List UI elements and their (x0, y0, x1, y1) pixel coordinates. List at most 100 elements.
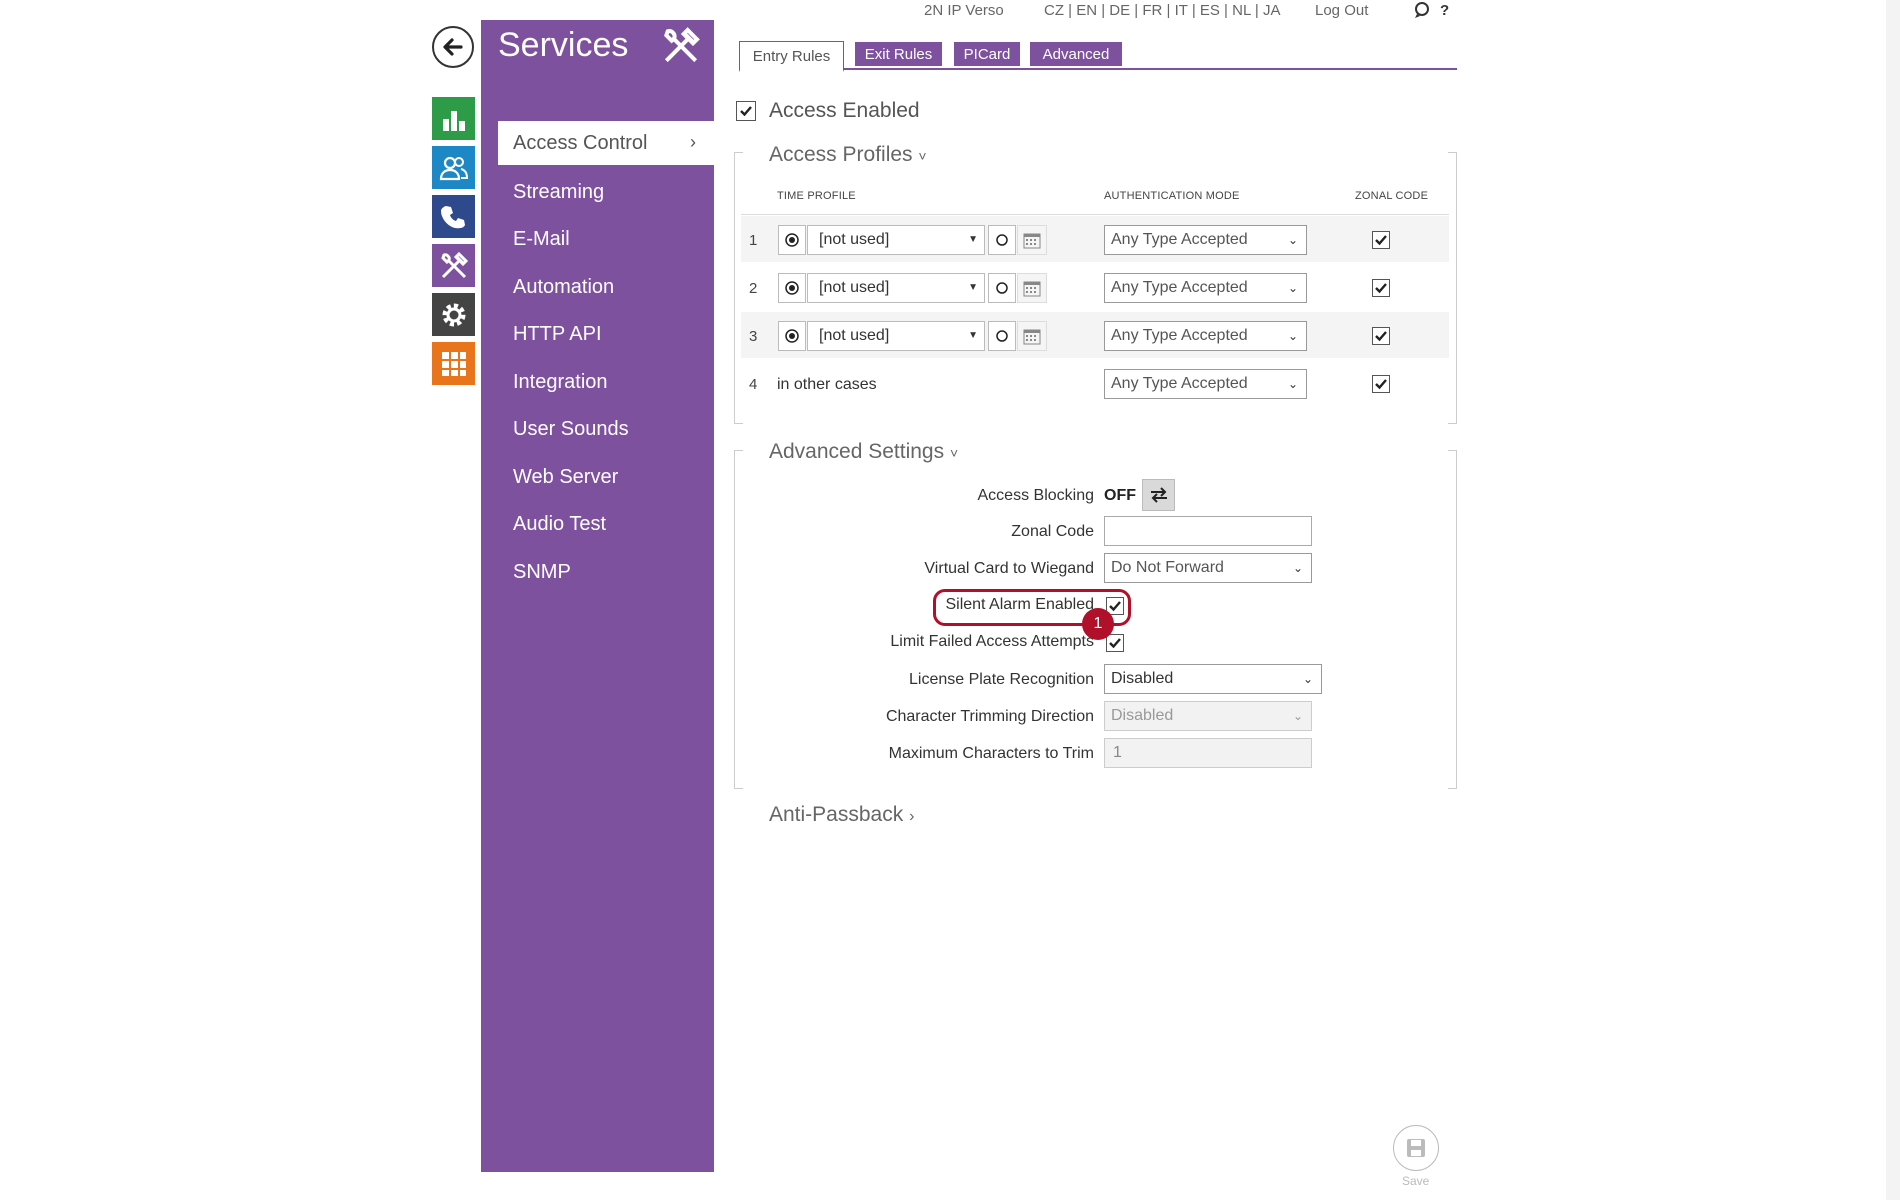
calendar-icon (1023, 233, 1041, 249)
tab-picard[interactable]: PICard (954, 42, 1020, 66)
max-trim-input[interactable]: 1 (1104, 738, 1312, 768)
sidebar-item-audio-test[interactable]: Audio Test (513, 513, 606, 536)
caret-down-icon: ▼ (968, 330, 978, 341)
zonal-code-input[interactable] (1104, 516, 1312, 546)
advanced-settings-title[interactable]: Advanced Settings ˅ (769, 440, 958, 464)
row-number: 4 (749, 376, 758, 393)
row-number: 2 (749, 280, 758, 297)
zonal-code-label: Zonal Code (1011, 523, 1094, 540)
tab-advanced[interactable]: Advanced (1030, 42, 1122, 66)
tab-exit-rules[interactable]: Exit Rules (855, 42, 942, 66)
calendar-button[interactable] (1017, 321, 1047, 351)
zonal-code-checkbox[interactable] (1372, 375, 1390, 393)
clear-profile-button[interactable] (988, 225, 1016, 255)
annotation-badge: 1 (1082, 608, 1114, 640)
auth-mode-select[interactable]: Any Type Accepted ⌄ (1104, 369, 1307, 399)
access-blocking-value: OFF (1104, 487, 1136, 504)
time-profile-select[interactable]: [not used] ▼ (807, 273, 985, 303)
lpr-value: Disabled (1111, 670, 1174, 687)
sidebar-item-web-server[interactable]: Web Server (513, 466, 618, 489)
calls-nav[interactable] (432, 195, 475, 238)
lpr-select[interactable]: Disabled ⌄ (1104, 664, 1322, 694)
clear-profile-button[interactable] (988, 321, 1016, 351)
tab-entry-rules[interactable]: Entry Rules (739, 41, 844, 72)
services-nav[interactable] (432, 244, 475, 287)
profile-radio[interactable] (778, 273, 806, 303)
sidebar-item-snmp[interactable]: SNMP (513, 561, 571, 584)
other-cases-label: in other cases (777, 376, 877, 393)
phone-icon (440, 205, 465, 228)
auth-mode-select[interactable]: Any Type Accepted ⌄ (1104, 225, 1307, 255)
auth-mode-value: Any Type Accepted (1111, 279, 1248, 296)
time-profile-select[interactable]: [not used] ▼ (807, 225, 985, 255)
calendar-button[interactable] (1017, 225, 1047, 255)
calendar-icon (1023, 329, 1041, 345)
chevron-down-icon: ⌄ (1292, 709, 1303, 723)
scrollbar[interactable] (1886, 0, 1900, 1200)
checkmark-icon (1375, 283, 1387, 294)
grid-icon (441, 351, 466, 376)
virtual-card-select[interactable]: Do Not Forward ⌄ (1104, 553, 1312, 583)
chevron-right-icon: › (690, 132, 696, 152)
sidebar-item-user-sounds[interactable]: User Sounds (513, 418, 629, 441)
chevron-down-icon: ⌄ (1287, 377, 1298, 391)
section-bracket-right (1448, 152, 1457, 424)
auth-mode-select[interactable]: Any Type Accepted ⌄ (1104, 273, 1307, 303)
access-profiles-title[interactable]: Access Profiles ˅ (769, 143, 927, 167)
chat-icon[interactable] (1413, 1, 1431, 24)
settings-nav[interactable] (432, 293, 475, 336)
clear-profile-button[interactable] (988, 273, 1016, 303)
floppy-disk-icon (1407, 1139, 1425, 1157)
checkmark-icon (1375, 379, 1387, 390)
chevron-right-icon: › (909, 808, 915, 825)
section-bracket-left (734, 152, 743, 424)
zonal-code-checkbox[interactable] (1372, 327, 1390, 345)
access-profiles-label: Access Profiles (769, 143, 913, 166)
zonal-code-checkbox[interactable] (1372, 231, 1390, 249)
header-time-profile: TIME PROFILE (777, 190, 856, 202)
sidebar-item-streaming[interactable]: Streaming (513, 181, 604, 204)
radio-icon (785, 281, 799, 295)
checkmark-icon (1109, 638, 1121, 649)
system-nav[interactable] (432, 342, 475, 385)
help-link[interactable]: ? (1440, 2, 1449, 19)
time-profile-select[interactable]: [not used] ▼ (807, 321, 985, 351)
profile-radio[interactable] (778, 321, 806, 351)
row-number: 1 (749, 232, 758, 249)
trim-direction-select[interactable]: Disabled ⌄ (1104, 701, 1312, 731)
status-nav[interactable] (432, 97, 475, 140)
chevron-down-icon: ˅ (949, 445, 959, 461)
zonal-code-checkbox[interactable] (1372, 279, 1390, 297)
save-button[interactable] (1393, 1125, 1439, 1171)
circle-icon (996, 282, 1008, 294)
auth-mode-value: Any Type Accepted (1111, 231, 1248, 248)
sidebar-title: Services (498, 26, 629, 64)
circle-icon (996, 234, 1008, 246)
access-enabled-label: Access Enabled (769, 99, 920, 122)
sidebar-item-email[interactable]: E-Mail (513, 228, 570, 251)
language-selector[interactable]: CZ | EN | DE | FR | IT | ES | NL | JA (1044, 2, 1280, 19)
virtual-card-value: Do Not Forward (1111, 559, 1224, 576)
swap-icon (1150, 487, 1167, 503)
limit-failed-checkbox[interactable] (1106, 634, 1124, 652)
sidebar-item-http-api[interactable]: HTTP API (513, 323, 602, 346)
section-bracket-right (1448, 450, 1457, 789)
access-blocking-label: Access Blocking (977, 487, 1095, 504)
back-button[interactable] (432, 26, 474, 68)
auth-mode-select[interactable]: Any Type Accepted ⌄ (1104, 321, 1307, 351)
sidebar-item-automation[interactable]: Automation (513, 276, 614, 299)
chevron-down-icon: ˅ (918, 148, 927, 164)
profile-radio[interactable] (778, 225, 806, 255)
header-auth-mode: AUTHENTICATION MODE (1104, 190, 1240, 202)
time-profile-value: [not used] (819, 231, 890, 248)
sidebar-item-integration[interactable]: Integration (513, 371, 608, 394)
logout-link[interactable]: Log Out (1315, 2, 1368, 19)
time-profile-value: [not used] (819, 279, 890, 296)
anti-passback-label: Anti-Passback (769, 803, 904, 826)
access-blocking-toggle[interactable] (1142, 479, 1175, 511)
anti-passback-title[interactable]: Anti-Passback › (769, 803, 914, 827)
calendar-button[interactable] (1017, 273, 1047, 303)
auth-mode-value: Any Type Accepted (1111, 375, 1248, 392)
directory-nav[interactable] (432, 146, 475, 189)
access-enabled-checkbox[interactable] (736, 101, 756, 121)
